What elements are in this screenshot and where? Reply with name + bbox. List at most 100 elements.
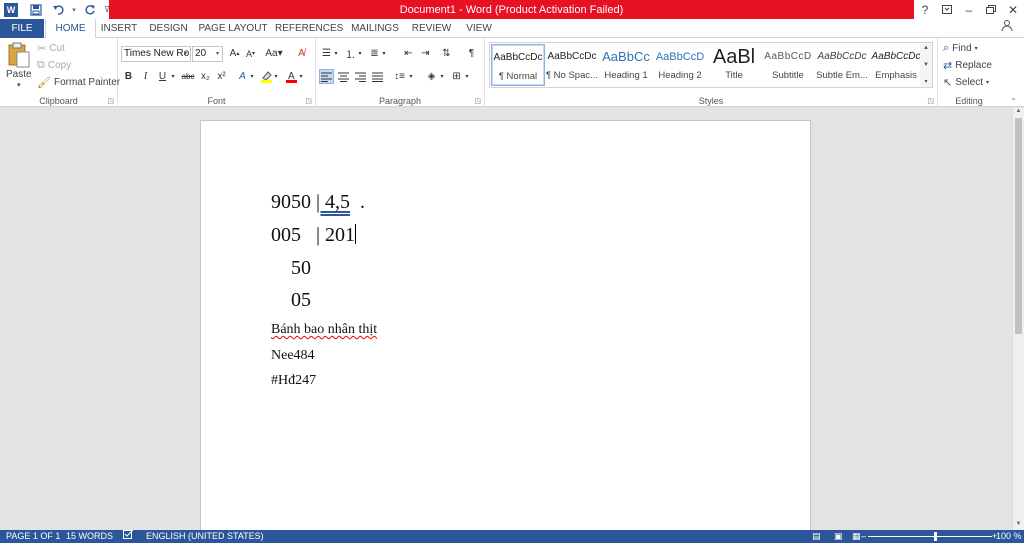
- superscript-button[interactable]: x²: [214, 69, 229, 84]
- style-heading-1[interactable]: AaBbCc Heading 1: [599, 44, 653, 86]
- multilevel-dropdown-icon[interactable]: ▾: [380, 46, 388, 61]
- scroll-up-icon[interactable]: ▲: [1013, 108, 1024, 117]
- style-normal[interactable]: AaBbCcDc ¶ Normal: [491, 44, 545, 86]
- save-icon[interactable]: [26, 1, 46, 18]
- shrink-font-icon[interactable]: A ▾: [243, 46, 258, 61]
- replace-button[interactable]: ⇄ Replace: [943, 59, 992, 72]
- tab-home[interactable]: HOME: [45, 19, 96, 39]
- word-count[interactable]: 15 WORDS: [66, 530, 113, 543]
- grow-font-icon[interactable]: A ▴: [227, 46, 242, 61]
- web-layout-icon[interactable]: ▦: [852, 530, 861, 543]
- paragraph-launcher-icon[interactable]: ◳: [474, 97, 481, 105]
- align-right-icon[interactable]: [353, 69, 368, 84]
- style-heading-2[interactable]: AaBbCcD Heading 2: [653, 44, 707, 86]
- language[interactable]: ENGLISH (UNITED STATES): [146, 530, 264, 543]
- style-no-spacing[interactable]: AaBbCcDc ¶ No Spac...: [545, 44, 599, 86]
- help-button[interactable]: ?: [914, 0, 936, 19]
- gallery-more-icon[interactable]: ▾: [924, 78, 927, 85]
- select-button[interactable]: ↖ Select ▾: [943, 76, 989, 89]
- tab-mailings[interactable]: MAILINGS: [348, 19, 402, 38]
- clipboard-launcher-icon[interactable]: ◳: [107, 97, 114, 105]
- doc-line-1[interactable]: 9050 | 4,5 .: [271, 191, 365, 214]
- bullets-dropdown-icon[interactable]: ▾: [332, 46, 340, 61]
- minimize-button[interactable]: –: [958, 0, 980, 19]
- shading-icon[interactable]: ◈: [424, 69, 439, 84]
- restore-button[interactable]: [980, 0, 1002, 19]
- bold-button[interactable]: B: [121, 69, 136, 84]
- doc-line-2[interactable]: 005 | 201: [271, 224, 357, 247]
- styles-gallery-scroll[interactable]: ▲ ▼ ▾: [920, 42, 933, 88]
- text-effects-dropdown-icon[interactable]: ▾: [248, 69, 256, 84]
- word-app-icon[interactable]: W: [4, 2, 18, 17]
- line-spacing-icon[interactable]: ↕≡: [392, 69, 407, 84]
- shading-dropdown-icon[interactable]: ▾: [438, 69, 446, 84]
- print-layout-icon[interactable]: ▣: [834, 530, 843, 543]
- zoom-out-button[interactable]: –: [861, 530, 866, 543]
- change-case-icon[interactable]: Aa▾: [263, 46, 285, 61]
- close-button[interactable]: ✕: [1002, 0, 1024, 19]
- font-size-combo[interactable]: 20 ▾: [192, 46, 223, 62]
- style-title[interactable]: AaBl Title: [707, 44, 761, 86]
- doc-line-3[interactable]: 50: [271, 257, 311, 280]
- page-count[interactable]: PAGE 1 OF 1: [6, 530, 60, 543]
- zoom-slider[interactable]: [868, 536, 992, 537]
- font-size-dropdown-icon[interactable]: ▾: [213, 47, 222, 61]
- proofing-icon[interactable]: [123, 529, 134, 543]
- undo-icon[interactable]: [48, 1, 68, 18]
- clear-formatting-icon[interactable]: A̸: [294, 46, 309, 61]
- style-subtle-emphasis[interactable]: AaBbCcDc Subtle Em...: [815, 44, 869, 86]
- styles-launcher-icon[interactable]: ◳: [927, 97, 934, 105]
- sort-icon[interactable]: ⇅: [439, 46, 454, 61]
- cut-button[interactable]: ✂ Cut: [37, 42, 65, 55]
- paste-button[interactable]: Paste ▾: [6, 42, 32, 89]
- underline-button[interactable]: U: [155, 69, 170, 84]
- gallery-up-icon[interactable]: ▲: [923, 45, 929, 51]
- scrollbar-thumb[interactable]: [1015, 118, 1022, 334]
- strikethrough-button[interactable]: abc: [179, 69, 197, 84]
- tab-view[interactable]: VIEW: [461, 19, 497, 38]
- undo-dropdown-icon[interactable]: ▾: [70, 1, 78, 18]
- justify-icon[interactable]: [370, 69, 385, 84]
- zoom-slider-thumb[interactable]: [934, 532, 937, 541]
- redo-icon[interactable]: [80, 1, 100, 18]
- subscript-button[interactable]: x₂: [198, 69, 213, 84]
- document-page[interactable]: 9050 | 4,5 . 005 | 201 50 05 Bánh bao nh…: [200, 120, 811, 540]
- highlight-dropdown-icon[interactable]: ▾: [272, 69, 280, 84]
- font-color-dropdown-icon[interactable]: ▾: [297, 69, 305, 84]
- tab-references[interactable]: REFERENCES: [275, 19, 343, 38]
- find-button[interactable]: ⌕ Find ▾: [943, 42, 978, 55]
- tab-design[interactable]: DESIGN: [146, 19, 191, 38]
- read-mode-icon[interactable]: ▤: [812, 530, 821, 543]
- style-subtitle[interactable]: AaBbCcD Subtitle: [761, 44, 815, 86]
- increase-indent-icon[interactable]: ⇥: [418, 46, 433, 61]
- doc-line-5[interactable]: Bánh bao nhân thịt: [271, 322, 377, 338]
- zoom-level[interactable]: 100 %: [996, 530, 1022, 543]
- ribbon-display-options-button[interactable]: [936, 0, 958, 19]
- borders-icon[interactable]: ⊞: [449, 69, 464, 84]
- underline-dropdown-icon[interactable]: ▾: [169, 69, 177, 84]
- align-center-icon[interactable]: [336, 69, 351, 84]
- doc-line-6[interactable]: Nee484: [271, 348, 315, 364]
- doc-line-4[interactable]: 05: [271, 289, 311, 312]
- scroll-down-icon[interactable]: ▼: [1013, 521, 1024, 530]
- tab-review[interactable]: REVIEW: [408, 19, 455, 38]
- borders-dropdown-icon[interactable]: ▾: [463, 69, 471, 84]
- font-name-dropdown-icon[interactable]: ▾: [181, 47, 190, 61]
- gallery-down-icon[interactable]: ▼: [923, 62, 929, 68]
- font-launcher-icon[interactable]: ◳: [305, 97, 312, 105]
- tab-page-layout[interactable]: PAGE LAYOUT: [197, 19, 269, 38]
- format-painter-button[interactable]: 🖌 Format Painter: [37, 76, 120, 89]
- tab-file[interactable]: FILE: [0, 19, 44, 38]
- font-name-combo[interactable]: Times New Ro ▾: [121, 46, 191, 62]
- italic-button[interactable]: I: [138, 69, 153, 84]
- collapse-ribbon-icon[interactable]: ⌃: [1006, 94, 1021, 109]
- decrease-indent-icon[interactable]: ⇤: [401, 46, 416, 61]
- style-emphasis[interactable]: AaBbCcDc Emphasis: [869, 44, 923, 86]
- user-icon[interactable]: [996, 19, 1018, 38]
- vertical-scrollbar[interactable]: ▲ ▼: [1012, 108, 1024, 530]
- tab-insert[interactable]: INSERT: [97, 19, 141, 38]
- numbering-dropdown-icon[interactable]: ▾: [356, 46, 364, 61]
- copy-button[interactable]: ⧉ Copy: [37, 59, 71, 72]
- align-left-icon[interactable]: [319, 69, 334, 84]
- show-formatting-marks-icon[interactable]: ¶: [464, 46, 479, 61]
